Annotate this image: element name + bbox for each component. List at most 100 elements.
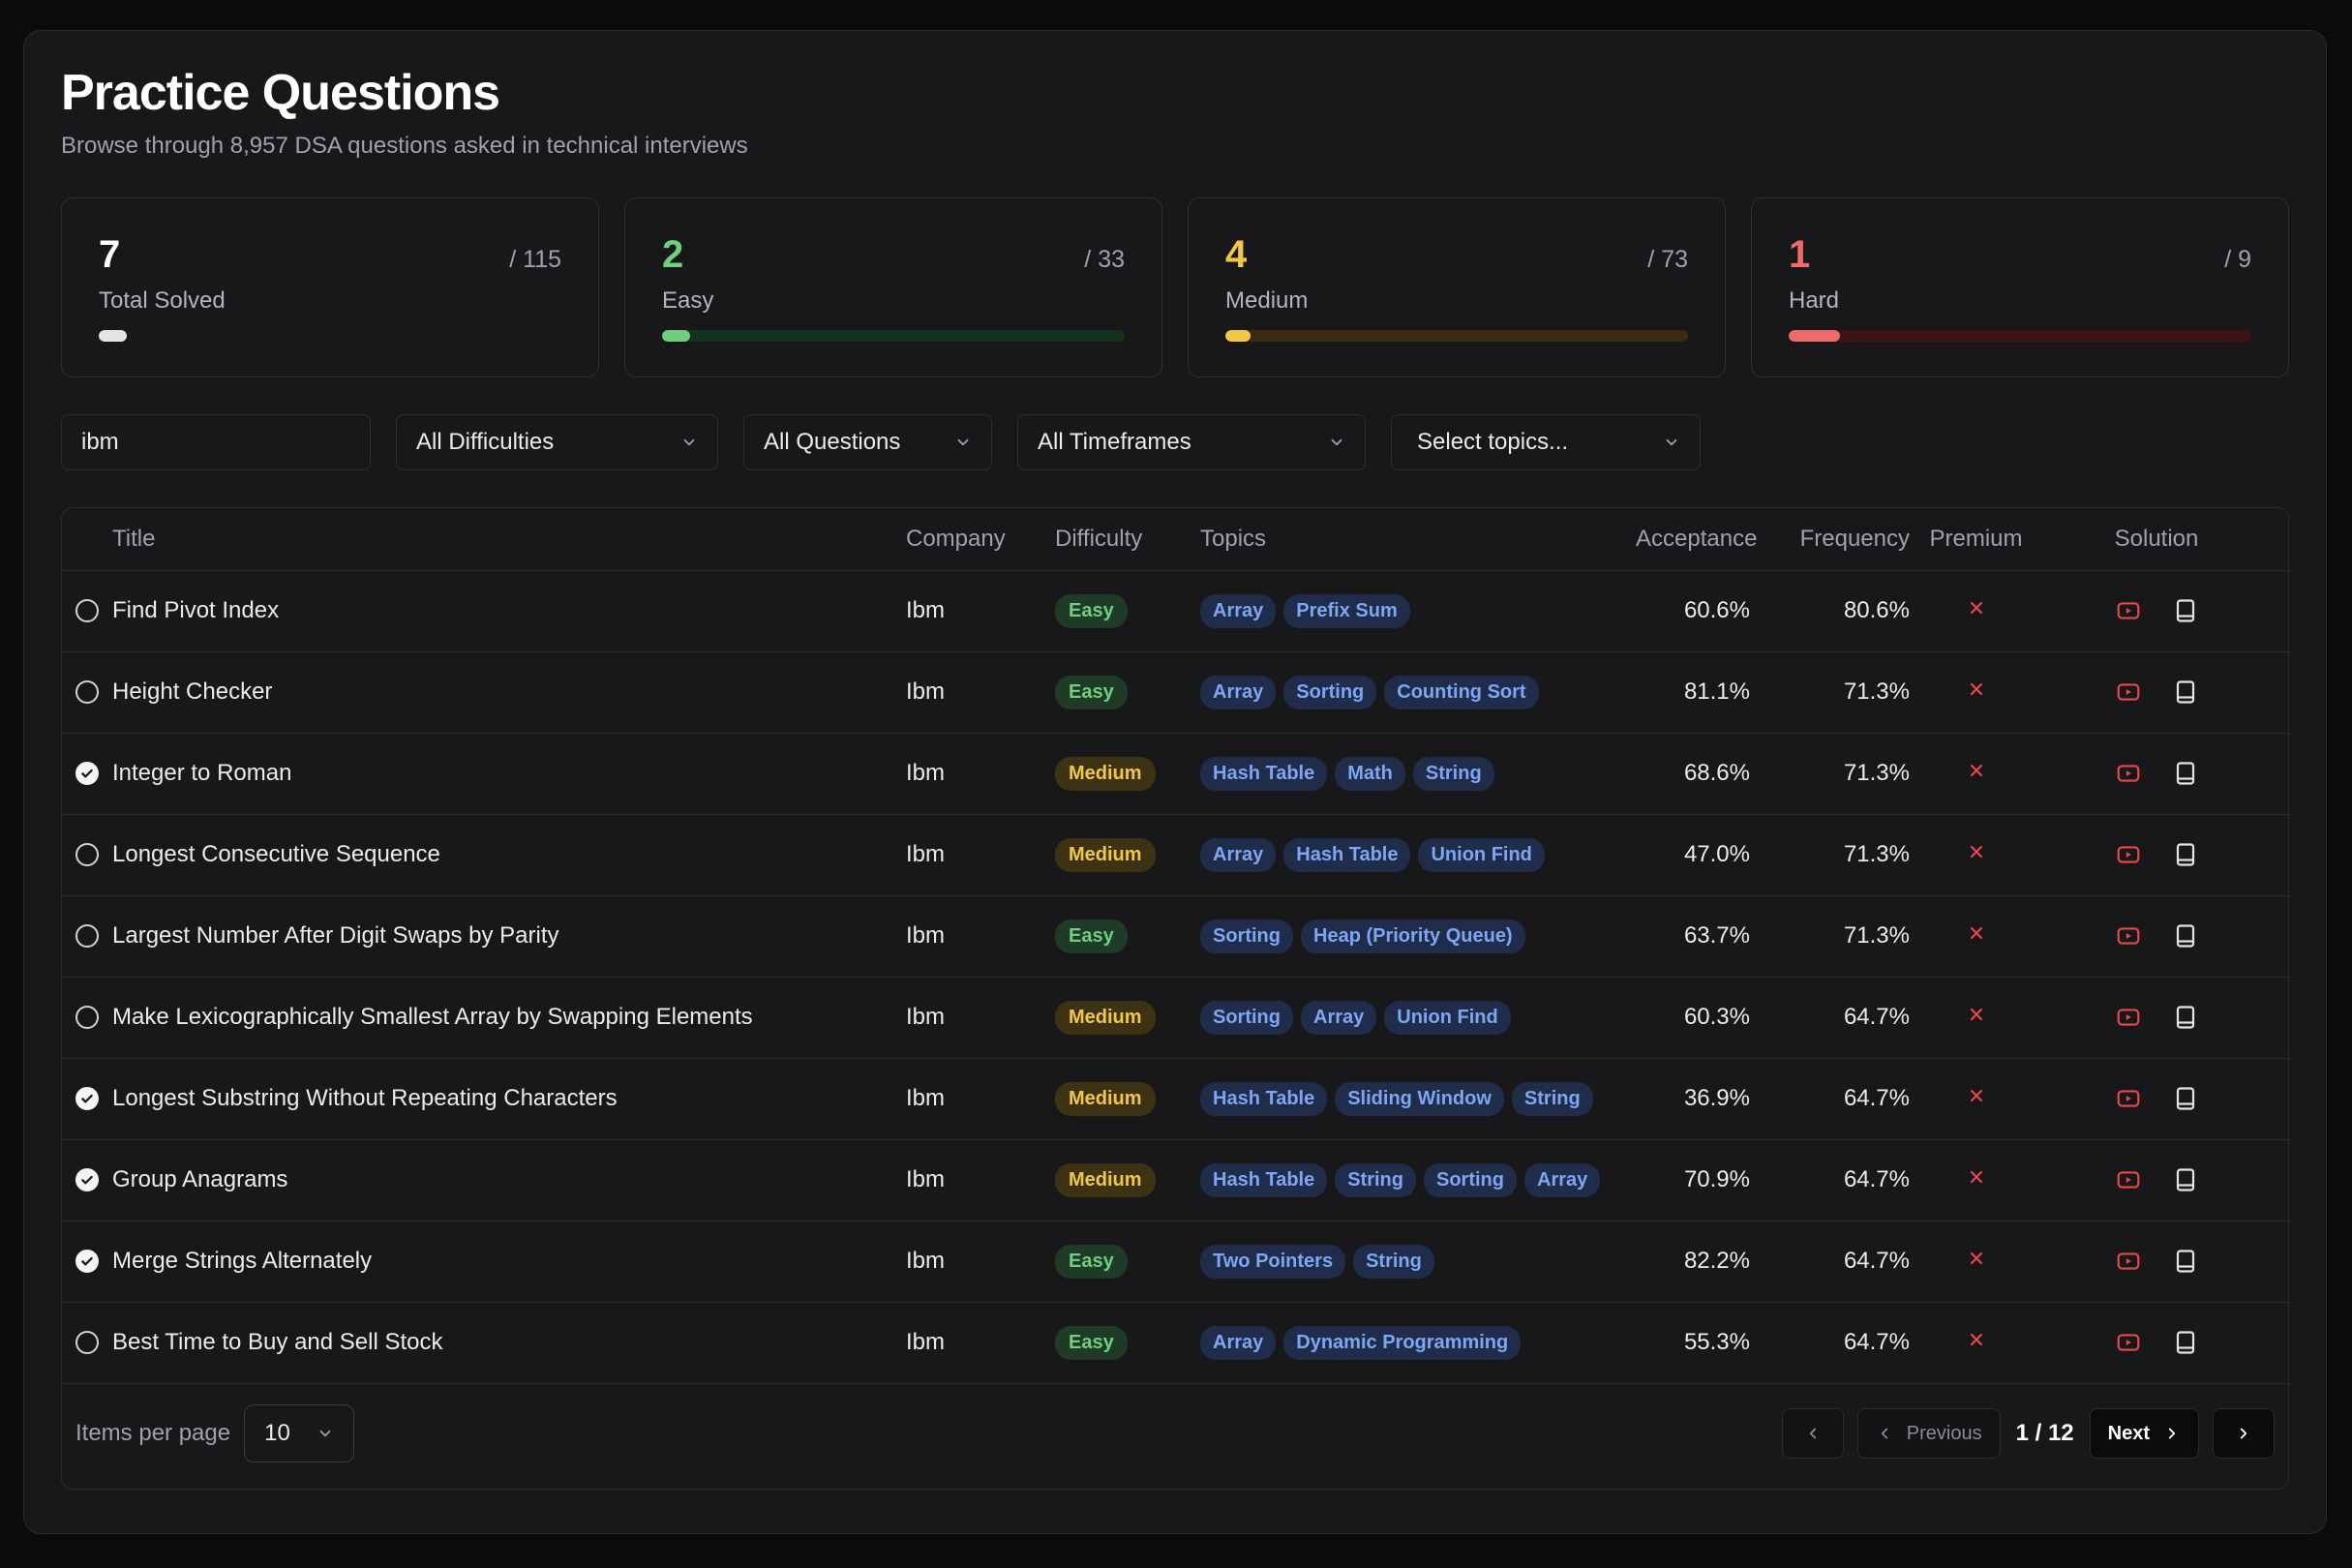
table-row[interactable]: Height Checker Ibm Easy Array Sorting Countin… — [62, 651, 2290, 734]
header-company[interactable]: Company — [900, 508, 1055, 571]
table-row[interactable]: Longest Substring Without Repeating Char… — [62, 1058, 2290, 1140]
question-title-link[interactable]: Longest Consecutive Sequence — [112, 841, 440, 868]
notes-icon[interactable] — [2174, 761, 2197, 786]
notes-icon[interactable] — [2174, 1086, 2197, 1111]
table-row[interactable]: Group Anagrams Ibm Medium Hash Table String S… — [62, 1139, 2290, 1221]
header-frequency[interactable]: Frequency — [1750, 508, 1910, 571]
notes-icon[interactable] — [2174, 842, 2197, 867]
question-title-link[interactable]: Best Time to Buy and Sell Stock — [112, 1329, 443, 1356]
question-title-link[interactable]: Find Pivot Index — [112, 597, 279, 624]
video-icon[interactable] — [2116, 1249, 2141, 1274]
header-difficulty[interactable]: Difficulty — [1055, 508, 1200, 571]
topic-tag[interactable]: String — [1335, 1162, 1416, 1197]
topic-tag[interactable]: Heap (Priority Queue) — [1301, 919, 1525, 953]
difficulty-badge: Medium — [1055, 756, 1156, 791]
notes-icon[interactable] — [2174, 1330, 2197, 1355]
solved-checkbox[interactable] — [75, 1087, 99, 1111]
previous-page-button[interactable]: Previous — [1856, 1408, 2001, 1460]
topic-tag[interactable]: Union Find — [1418, 837, 1545, 872]
notes-icon[interactable] — [2174, 1249, 2197, 1274]
question-title-link[interactable]: Longest Substring Without Repeating Char… — [112, 1085, 618, 1112]
next-page-button[interactable]: Next — [2089, 1408, 2199, 1460]
acceptance-cell: 47.0% — [1636, 814, 1750, 896]
previous-label: Previous — [1906, 1422, 1982, 1444]
solved-checkbox[interactable] — [75, 1331, 99, 1355]
topic-tag[interactable]: Hash Table — [1283, 837, 1411, 872]
topic-tag[interactable]: String — [1353, 1244, 1434, 1279]
table-row[interactable]: Find Pivot Index Ibm Easy Array Prefix Sum 60… — [62, 570, 2290, 652]
topic-tag[interactable]: Sliding Window — [1335, 1081, 1504, 1116]
table-row[interactable]: Make Lexicographically Smallest Array by… — [62, 977, 2290, 1059]
solved-checkbox[interactable] — [75, 680, 99, 705]
notes-icon[interactable] — [2174, 923, 2197, 949]
solved-checkbox[interactable] — [75, 762, 99, 786]
question-title-link[interactable]: Height Checker — [112, 678, 272, 706]
topic-tag[interactable]: Array — [1200, 593, 1277, 628]
topic-tag[interactable]: Hash Table — [1200, 1162, 1328, 1197]
table-row[interactable]: Integer to Roman Ibm Medium Hash Table Math S… — [62, 733, 2290, 815]
topic-tag[interactable]: Hash Table — [1200, 756, 1328, 791]
acceptance-cell: 60.3% — [1636, 977, 1750, 1059]
video-icon[interactable] — [2116, 923, 2141, 949]
table-row[interactable]: Longest Consecutive Sequence Ibm Medium Arr… — [62, 814, 2290, 896]
notes-icon[interactable] — [2174, 598, 2197, 623]
question-title-link[interactable]: Make Lexicographically Smallest Array by… — [112, 1004, 753, 1031]
table-row[interactable]: Best Time to Buy and Sell Stock Ibm Easy Ar… — [62, 1302, 2290, 1384]
question-title-link[interactable]: Largest Number After Digit Swaps by Pari… — [112, 922, 559, 950]
topic-tag[interactable]: Two Pointers — [1200, 1244, 1346, 1279]
topic-tag[interactable]: Array — [1200, 837, 1277, 872]
topic-tag[interactable]: Sorting — [1200, 919, 1293, 953]
close-icon — [1970, 1171, 1982, 1184]
question-title-link[interactable]: Merge Strings Alternately — [112, 1248, 372, 1275]
topic-tag[interactable]: Prefix Sum — [1283, 593, 1410, 628]
topic-tag[interactable]: Hash Table — [1200, 1081, 1328, 1116]
table-row[interactable]: Merge Strings Alternately Ibm Easy Two Poin… — [62, 1221, 2290, 1303]
solved-checkbox[interactable] — [75, 924, 99, 949]
last-page-button[interactable] — [2213, 1408, 2275, 1460]
items-per-page-select[interactable]: 10 — [244, 1404, 355, 1463]
solved-checkbox[interactable] — [75, 599, 99, 623]
topic-tag[interactable]: Math — [1335, 756, 1405, 791]
question-title-link[interactable]: Integer to Roman — [112, 760, 291, 787]
topic-tag[interactable]: Dynamic Programming — [1283, 1325, 1522, 1360]
topic-tag[interactable]: Array — [1200, 675, 1277, 709]
notes-icon[interactable] — [2174, 679, 2197, 705]
stat-label: Total Solved — [99, 287, 226, 315]
topic-tag[interactable]: Array — [1200, 1325, 1277, 1360]
video-icon[interactable] — [2116, 761, 2141, 786]
table-row[interactable]: Largest Number After Digit Swaps by Pari… — [62, 895, 2290, 978]
difficulty-select[interactable]: All Difficulties — [396, 414, 718, 471]
video-icon[interactable] — [2116, 1005, 2141, 1030]
header-title[interactable]: Title — [62, 508, 900, 571]
timeframe-select[interactable]: All Timeframes — [1017, 414, 1366, 471]
header-acceptance[interactable]: Acceptance — [1636, 508, 1757, 571]
video-icon[interactable] — [2116, 842, 2141, 867]
topic-tag[interactable]: String — [1511, 1081, 1593, 1116]
question-title-link[interactable]: Group Anagrams — [112, 1166, 287, 1193]
search-box[interactable] — [61, 414, 371, 471]
video-icon[interactable] — [2116, 1086, 2141, 1111]
solved-checkbox[interactable] — [75, 843, 99, 867]
topic-tag[interactable]: Union Find — [1384, 1000, 1511, 1035]
notes-icon[interactable] — [2174, 1167, 2197, 1192]
topic-tags: Array Prefix Sum — [1200, 593, 1636, 628]
topic-tag[interactable]: Array — [1524, 1162, 1601, 1197]
video-icon[interactable] — [2116, 1167, 2141, 1192]
topic-tag[interactable]: Array — [1301, 1000, 1377, 1035]
questions-select[interactable]: All Questions — [743, 414, 992, 471]
solved-checkbox[interactable] — [75, 1006, 99, 1030]
topic-tag[interactable]: Sorting — [1424, 1162, 1517, 1197]
solved-checkbox[interactable] — [75, 1168, 99, 1192]
search-input[interactable] — [81, 429, 350, 457]
video-icon[interactable] — [2116, 1330, 2141, 1355]
topic-tag[interactable]: String — [1412, 756, 1494, 791]
notes-icon[interactable] — [2174, 1005, 2197, 1030]
topics-select[interactable]: Select topics... — [1391, 414, 1701, 471]
topic-tag[interactable]: Sorting — [1200, 1000, 1293, 1035]
video-icon[interactable] — [2116, 679, 2141, 705]
topic-tag[interactable]: Counting Sort — [1384, 675, 1539, 709]
solved-checkbox[interactable] — [75, 1250, 99, 1274]
first-page-button[interactable] — [1781, 1408, 1844, 1460]
topic-tag[interactable]: Sorting — [1283, 675, 1377, 709]
video-icon[interactable] — [2116, 598, 2141, 623]
